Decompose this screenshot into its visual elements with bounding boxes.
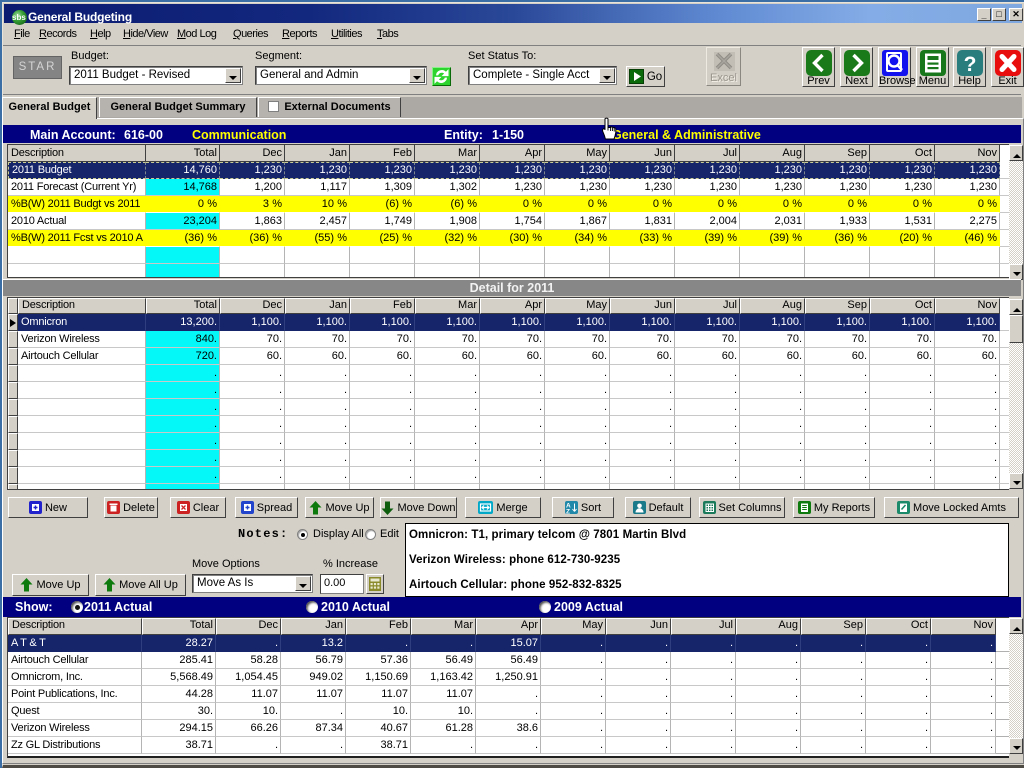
svg-text:?: ? [963,53,976,76]
svg-text:Z: Z [566,509,570,515]
